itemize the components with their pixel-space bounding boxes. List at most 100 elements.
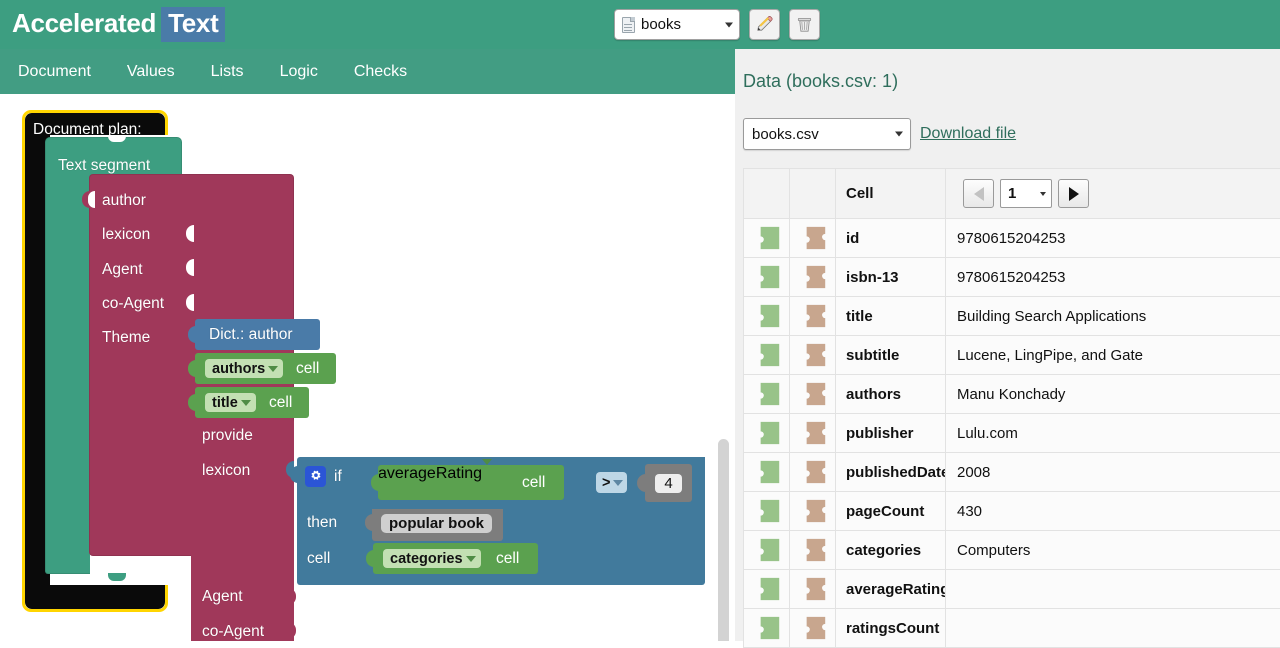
if-label: if — [334, 468, 342, 486]
next-page-button[interactable] — [1058, 179, 1089, 208]
cell-dropdown-categories[interactable]: categories — [383, 549, 481, 568]
tan-block-icon[interactable] — [801, 225, 829, 251]
number-value-field[interactable]: 4 — [655, 474, 681, 493]
plug-co-agent — [288, 622, 296, 639]
tan-block-icon[interactable] — [801, 303, 829, 329]
row-green-block-cell[interactable] — [744, 219, 790, 258]
green-block-icon[interactable] — [755, 225, 783, 251]
table-row: categoriesComputers — [744, 531, 1280, 570]
comparison-operator-dropdown[interactable]: > — [596, 472, 627, 493]
chevron-down-icon — [268, 366, 278, 372]
green-block-icon[interactable] — [755, 498, 783, 524]
green-block-icon[interactable] — [755, 342, 783, 368]
cell-label: cell — [496, 550, 519, 568]
row-green-block-cell[interactable] — [744, 414, 790, 453]
row-green-block-cell[interactable] — [744, 258, 790, 297]
provide-field-co-agent: co-Agent — [202, 623, 264, 641]
blockly-workspace[interactable]: Document plan: Text segment author lexic… — [0, 94, 735, 641]
nav-item-logic[interactable]: Logic — [262, 49, 336, 94]
brand-secondary: Text — [161, 7, 225, 42]
row-green-block-cell[interactable] — [744, 531, 790, 570]
row-tan-block-cell[interactable] — [790, 258, 836, 297]
page-number-select[interactable]: 1 — [1000, 179, 1052, 208]
row-tan-block-cell[interactable] — [790, 414, 836, 453]
text-value-block[interactable]: popular book — [372, 505, 503, 541]
green-block-icon[interactable] — [755, 381, 783, 407]
document-select[interactable]: books — [614, 9, 740, 40]
row-tan-block-cell[interactable] — [790, 336, 836, 375]
row-value — [946, 570, 1280, 609]
tan-block-icon[interactable] — [801, 459, 829, 485]
row-value: 430 — [946, 492, 1280, 531]
row-key: isbn-13 — [836, 258, 946, 297]
green-block-icon[interactable] — [755, 303, 783, 329]
tan-block-icon[interactable] — [801, 381, 829, 407]
cell-block-authors[interactable]: authors cell — [195, 353, 336, 384]
green-block-icon[interactable] — [755, 459, 783, 485]
row-value: 2008 — [946, 453, 1280, 492]
cell-block-title[interactable]: title cell — [195, 387, 309, 418]
row-green-block-cell[interactable] — [744, 453, 790, 492]
green-block-icon[interactable] — [755, 576, 783, 602]
download-file-link[interactable]: Download file — [920, 125, 1016, 143]
tan-block-icon[interactable] — [801, 576, 829, 602]
cell-block-categories[interactable]: categories cell — [373, 543, 538, 574]
nav-item-document[interactable]: Document — [0, 49, 109, 94]
tan-block-icon[interactable] — [801, 264, 829, 290]
pagination-controls: 1 — [954, 179, 1280, 208]
row-value: Lulu.com — [946, 414, 1280, 453]
cell-dropdown-value: categories — [390, 551, 463, 567]
row-tan-block-cell[interactable] — [790, 219, 836, 258]
row-key: authors — [836, 375, 946, 414]
row-green-block-cell[interactable] — [744, 570, 790, 609]
author-field-theme: Theme — [102, 329, 150, 347]
csv-file-select[interactable]: books.csv — [743, 118, 911, 150]
green-block-icon[interactable] — [755, 420, 783, 446]
tan-block-icon[interactable] — [801, 498, 829, 524]
socket-agent — [186, 259, 194, 276]
author-field-agent: Agent — [102, 261, 143, 279]
cell-block-average-rating[interactable]: averageRating cell — [378, 465, 564, 500]
nav-item-values[interactable]: Values — [109, 49, 193, 94]
nav-item-lists[interactable]: Lists — [193, 49, 262, 94]
tan-block-icon[interactable] — [801, 342, 829, 368]
green-block-icon[interactable] — [755, 615, 783, 641]
cell-dropdown-authors[interactable]: authors — [205, 359, 283, 378]
tan-block-icon[interactable] — [801, 420, 829, 446]
dictionary-block[interactable]: Dict.: author — [195, 319, 320, 350]
table-row: authorsManu Konchady — [744, 375, 1280, 414]
text-segment-label: Text segment — [58, 157, 150, 175]
row-tan-block-cell[interactable] — [790, 531, 836, 570]
row-tan-block-cell[interactable] — [790, 492, 836, 531]
nav-item-checks[interactable]: Checks — [336, 49, 425, 94]
row-tan-block-cell[interactable] — [790, 297, 836, 336]
row-green-block-cell[interactable] — [744, 297, 790, 336]
row-green-block-cell[interactable] — [744, 375, 790, 414]
workspace-vertical-scrollbar[interactable] — [718, 439, 729, 641]
row-tan-block-cell[interactable] — [790, 453, 836, 492]
delete-document-button[interactable] — [789, 9, 820, 40]
dictionary-label: Dict.: author — [209, 326, 293, 344]
row-green-block-cell[interactable] — [744, 609, 790, 648]
cell-dropdown-title[interactable]: title — [205, 393, 256, 412]
green-block-icon[interactable] — [755, 264, 783, 290]
row-tan-block-cell[interactable] — [790, 375, 836, 414]
socket-co-agent — [186, 294, 194, 311]
tan-block-icon[interactable] — [801, 615, 829, 641]
green-block-icon[interactable] — [755, 537, 783, 563]
row-green-block-cell[interactable] — [744, 492, 790, 531]
socket-lexicon — [186, 225, 194, 242]
row-green-block-cell[interactable] — [744, 336, 790, 375]
text-value-field[interactable]: popular book — [381, 514, 492, 533]
prev-page-button[interactable] — [963, 179, 994, 208]
number-value-block[interactable]: 4 — [645, 464, 692, 502]
tan-block-icon[interactable] — [801, 537, 829, 563]
data-table: Cell 1 — [743, 168, 1280, 648]
row-tan-block-cell[interactable] — [790, 570, 836, 609]
row-tan-block-cell[interactable] — [790, 609, 836, 648]
gear-mutator-icon[interactable] — [305, 466, 326, 487]
document-select-value: books — [641, 16, 681, 33]
provide-sub-block[interactable]: provide lexicon Agent co-Agent — [191, 419, 294, 641]
edit-document-button[interactable] — [749, 9, 780, 40]
comparison-operator-value: > — [602, 475, 610, 491]
